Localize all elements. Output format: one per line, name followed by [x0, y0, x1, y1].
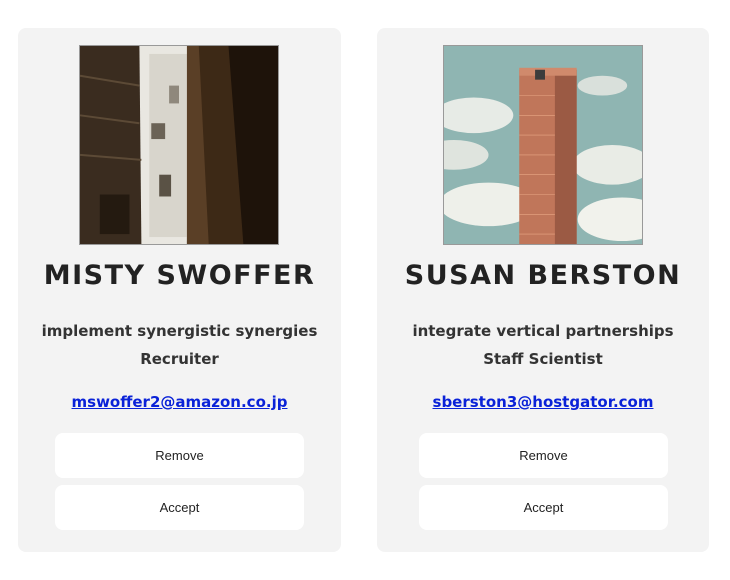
profile-tagline: implement synergistic synergies: [41, 322, 318, 340]
profile-role: Recruiter: [140, 350, 219, 368]
email-link[interactable]: mswoffer2@amazon.co.jp: [18, 393, 341, 411]
skyscraper-sky-photo-icon: [444, 46, 642, 244]
profile-tagline: integrate vertical partnerships: [412, 322, 674, 340]
profile-card: SUSAN BERSTON integrate vertical partner…: [377, 28, 709, 552]
email-link[interactable]: sberston3@hostgator.com: [377, 393, 709, 411]
remove-button[interactable]: Remove: [419, 433, 668, 478]
profile-name: SUSAN BERSTON: [404, 260, 682, 291]
profile-photo: [443, 45, 643, 245]
remove-button[interactable]: Remove: [55, 433, 304, 478]
profile-photo: [79, 45, 279, 245]
accept-button[interactable]: Accept: [55, 485, 304, 530]
profile-role: Staff Scientist: [483, 350, 603, 368]
profile-card: MISTY SWOFFER implement synergistic syne…: [18, 28, 341, 552]
accept-button[interactable]: Accept: [419, 485, 668, 530]
alley-buildings-photo-icon: [80, 46, 278, 244]
profile-name: MISTY SWOFFER: [43, 260, 316, 291]
